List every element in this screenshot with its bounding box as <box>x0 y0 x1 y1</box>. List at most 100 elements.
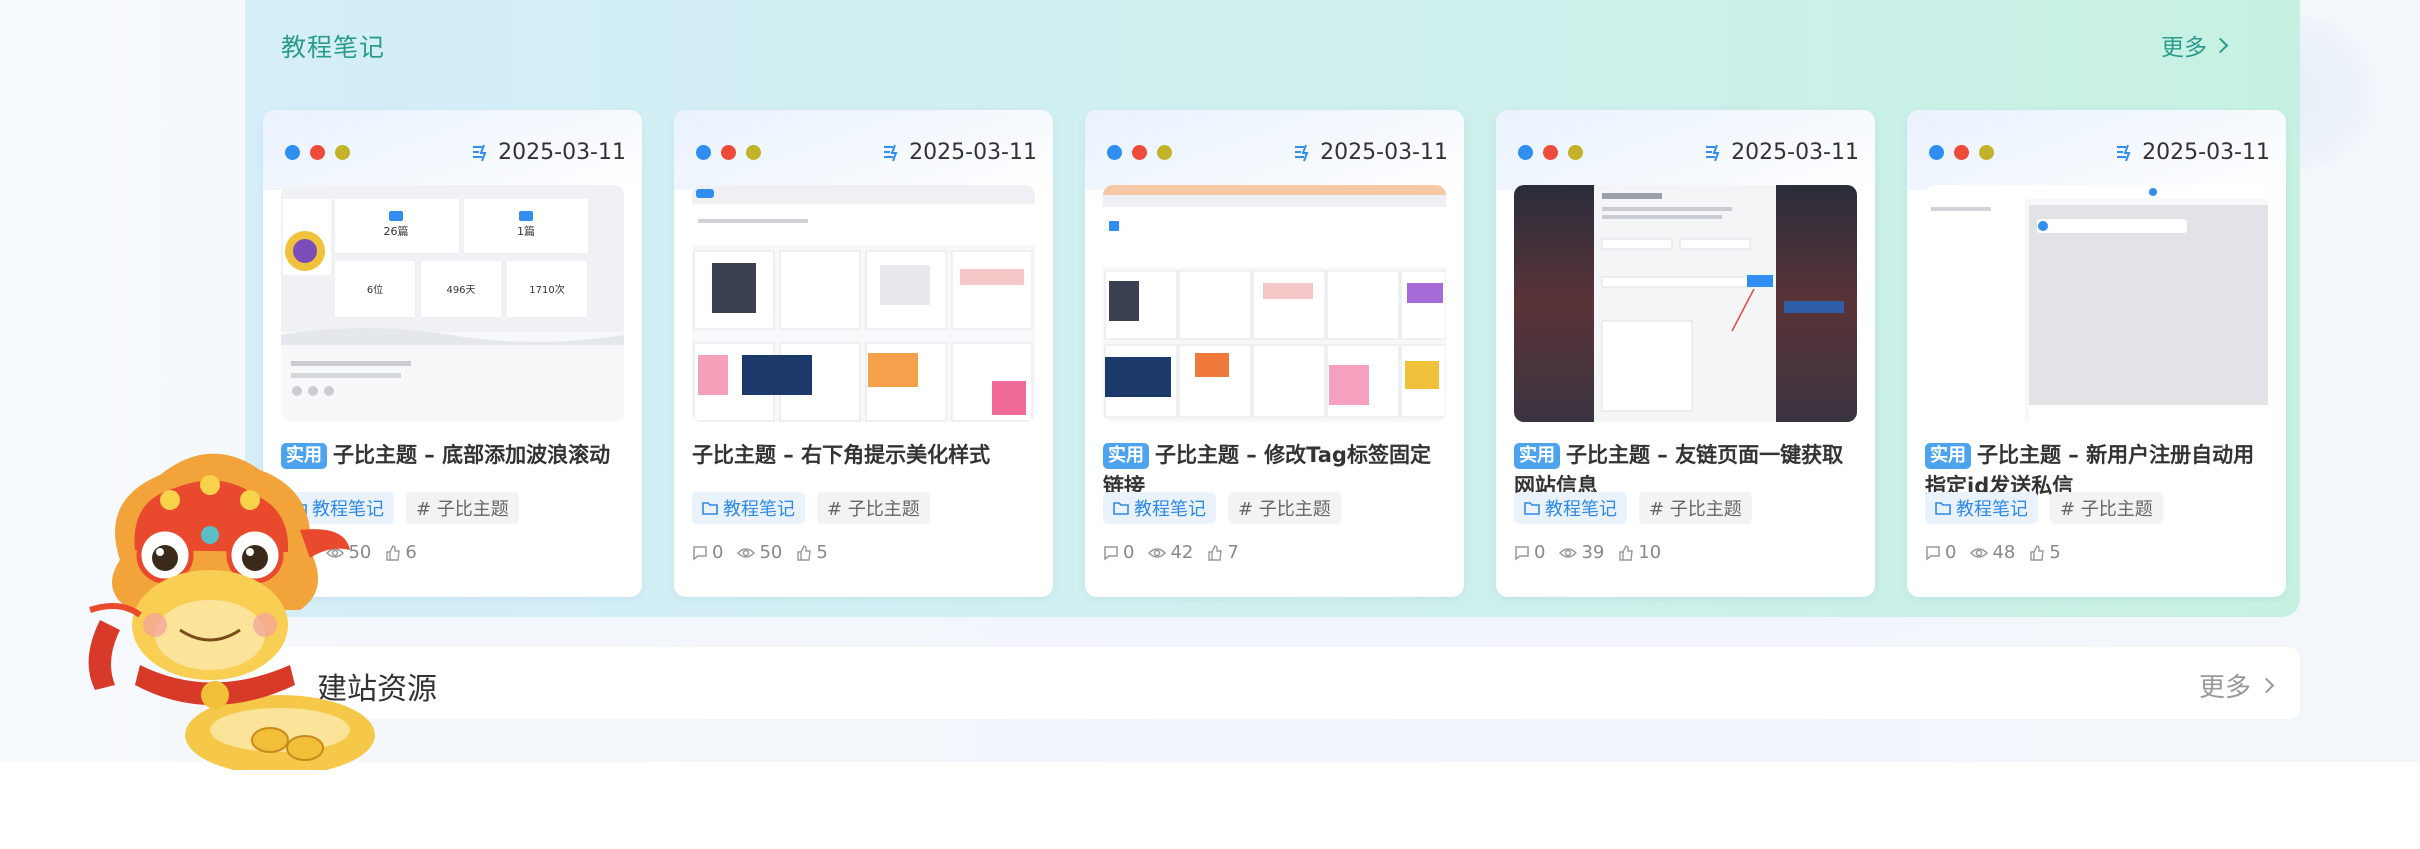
card-title-text: 子比主题 – 新用户注册自动用指定id发送私信 <box>1925 443 2255 498</box>
dot-blue <box>1929 145 1944 160</box>
comment-icon <box>693 545 707 560</box>
section-title: 教程笔记 <box>281 33 386 62</box>
date-text: 2025-03-11 <box>498 140 626 165</box>
category-label: 教程笔记 <box>1956 499 2028 520</box>
card-title-text: 子比主题 – 右下角提示美化样式 <box>692 443 991 467</box>
dot-olive <box>746 145 761 160</box>
window-dots <box>285 145 350 160</box>
card-header: 2025-03-11 <box>1085 110 1464 190</box>
topic-tag[interactable]: # 子比主题 <box>406 492 519 524</box>
post-card[interactable]: 2025-03-11 <box>674 110 1053 597</box>
dot-red <box>1954 145 1969 160</box>
folder-icon <box>1524 502 1540 515</box>
like-count[interactable]: 5 <box>796 542 828 563</box>
date-icon <box>2117 144 2131 161</box>
eye-icon <box>1970 547 1989 558</box>
dot-blue <box>1107 145 1122 160</box>
card-thumbnail[interactable] <box>1103 185 1446 422</box>
view-value: 42 <box>1170 542 1194 563</box>
view-count: 39 <box>1559 542 1604 563</box>
card-stats: 0 50 5 <box>692 542 828 563</box>
post-card[interactable]: 2025-03-11 实用 子比主题 – 新用户注册自动用指定id发送私信 教程… <box>1907 110 2286 597</box>
resources-more-label: 更多 <box>2198 673 2251 703</box>
card-thumbnail[interactable] <box>1925 185 2268 422</box>
date-text: 2025-03-11 <box>909 140 1037 165</box>
window-dots <box>1929 145 1994 160</box>
folder-icon <box>1113 502 1129 515</box>
card-date: 2025-03-11 <box>1703 140 1859 165</box>
eye-icon <box>1148 547 1167 558</box>
dot-olive <box>1979 145 1994 160</box>
dot-blue <box>285 145 300 160</box>
card-title-text: 子比主题 – 修改Tag标签固定链接 <box>1103 443 1431 498</box>
card-stats: 0 42 7 <box>1103 542 1239 563</box>
date-text: 2025-03-11 <box>1731 140 1859 165</box>
thumbnail-image <box>1925 185 2268 422</box>
card-title-text: 子比主题 – 友链页面一键获取网站信息 <box>1514 443 1844 498</box>
window-dots <box>1107 145 1172 160</box>
tutorial-notes-section: 教程笔记 更多 2025-03-11 26篇 1篇 6位 496天 1710次 … <box>245 0 2300 617</box>
view-value: 50 <box>759 542 783 563</box>
lion-dance-mascot-image <box>88 453 375 770</box>
category-tag[interactable]: 教程笔记 <box>1925 492 2038 524</box>
section-more-link[interactable]: 更多 <box>2161 28 2229 62</box>
chevron-right-icon <box>2212 37 2229 53</box>
view-count: 48 <box>1970 542 2015 563</box>
topic-tag[interactable]: # 子比主题 <box>817 492 930 524</box>
post-card[interactable]: 2025-03-11 <box>1496 110 1875 597</box>
like-value: 6 <box>405 542 417 563</box>
thumbnail-image <box>1103 185 1446 422</box>
like-count[interactable]: 10 <box>1618 542 1661 563</box>
like-value: 5 <box>816 542 828 563</box>
comment-value: 0 <box>1123 542 1135 563</box>
view-value: 48 <box>1992 542 2016 563</box>
comment-value: 0 <box>712 542 724 563</box>
category-tag[interactable]: 教程笔记 <box>692 492 805 524</box>
date-icon <box>1295 144 1309 161</box>
card-thumbnail[interactable] <box>692 185 1035 422</box>
post-card[interactable]: 2025-03-11 <box>1085 110 1464 597</box>
comment-icon <box>1926 545 1940 560</box>
dot-olive <box>1568 145 1583 160</box>
card-thumbnail[interactable]: 26篇 1篇 6位 496天 1710次 <box>281 185 624 422</box>
card-title[interactable]: 子比主题 – 右下角提示美化样式 <box>692 440 1037 471</box>
comment-count: 0 <box>1514 542 1545 563</box>
category-tag[interactable]: 教程笔记 <box>1103 492 1216 524</box>
folder-icon <box>702 502 718 515</box>
view-count: 50 <box>737 542 782 563</box>
topic-tag[interactable]: # 子比主题 <box>1228 492 1341 524</box>
topic-tag[interactable]: # 子比主题 <box>2050 492 2163 524</box>
card-thumbnail[interactable] <box>1514 185 1857 422</box>
resources-more-link[interactable]: 更多 <box>2198 667 2275 704</box>
window-dots <box>1518 145 1583 160</box>
dot-blue <box>696 145 711 160</box>
category-tag[interactable]: 教程笔记 <box>1514 492 1627 524</box>
like-count[interactable]: 7 <box>1207 542 1239 563</box>
card-stats: 0 39 10 <box>1514 542 1661 563</box>
dot-blue <box>1518 145 1533 160</box>
card-date: 2025-03-11 <box>470 140 626 165</box>
thumb-stat-b: 1篇 <box>517 224 535 238</box>
card-date: 2025-03-11 <box>881 140 1037 165</box>
thumbnail-image <box>692 185 1035 422</box>
thumbnail-image <box>1514 185 1857 422</box>
card-tags: 教程笔记 # 子比主题 <box>1514 492 1752 524</box>
date-icon <box>884 144 898 161</box>
card-header: 2025-03-11 <box>674 110 1053 190</box>
like-count[interactable]: 5 <box>2029 542 2061 563</box>
view-count: 42 <box>1148 542 1193 563</box>
comment-icon <box>1104 545 1118 560</box>
card-header: 2025-03-11 <box>263 110 642 190</box>
date-text: 2025-03-11 <box>2142 140 2270 165</box>
dot-red <box>721 145 736 160</box>
practical-badge: 实用 <box>1103 443 1149 469</box>
like-value: 7 <box>1227 542 1239 563</box>
category-label: 教程笔记 <box>1134 499 1206 520</box>
thumbnail-image: 26篇 1篇 6位 496天 1710次 <box>281 185 624 422</box>
dot-red <box>1543 145 1558 160</box>
topic-tag[interactable]: # 子比主题 <box>1639 492 1752 524</box>
card-stats: 0 48 5 <box>1925 542 2061 563</box>
thumb-stat-c: 6位 <box>367 283 383 296</box>
card-date: 2025-03-11 <box>2114 140 2270 165</box>
thumb-stat-d: 496天 <box>446 285 475 296</box>
